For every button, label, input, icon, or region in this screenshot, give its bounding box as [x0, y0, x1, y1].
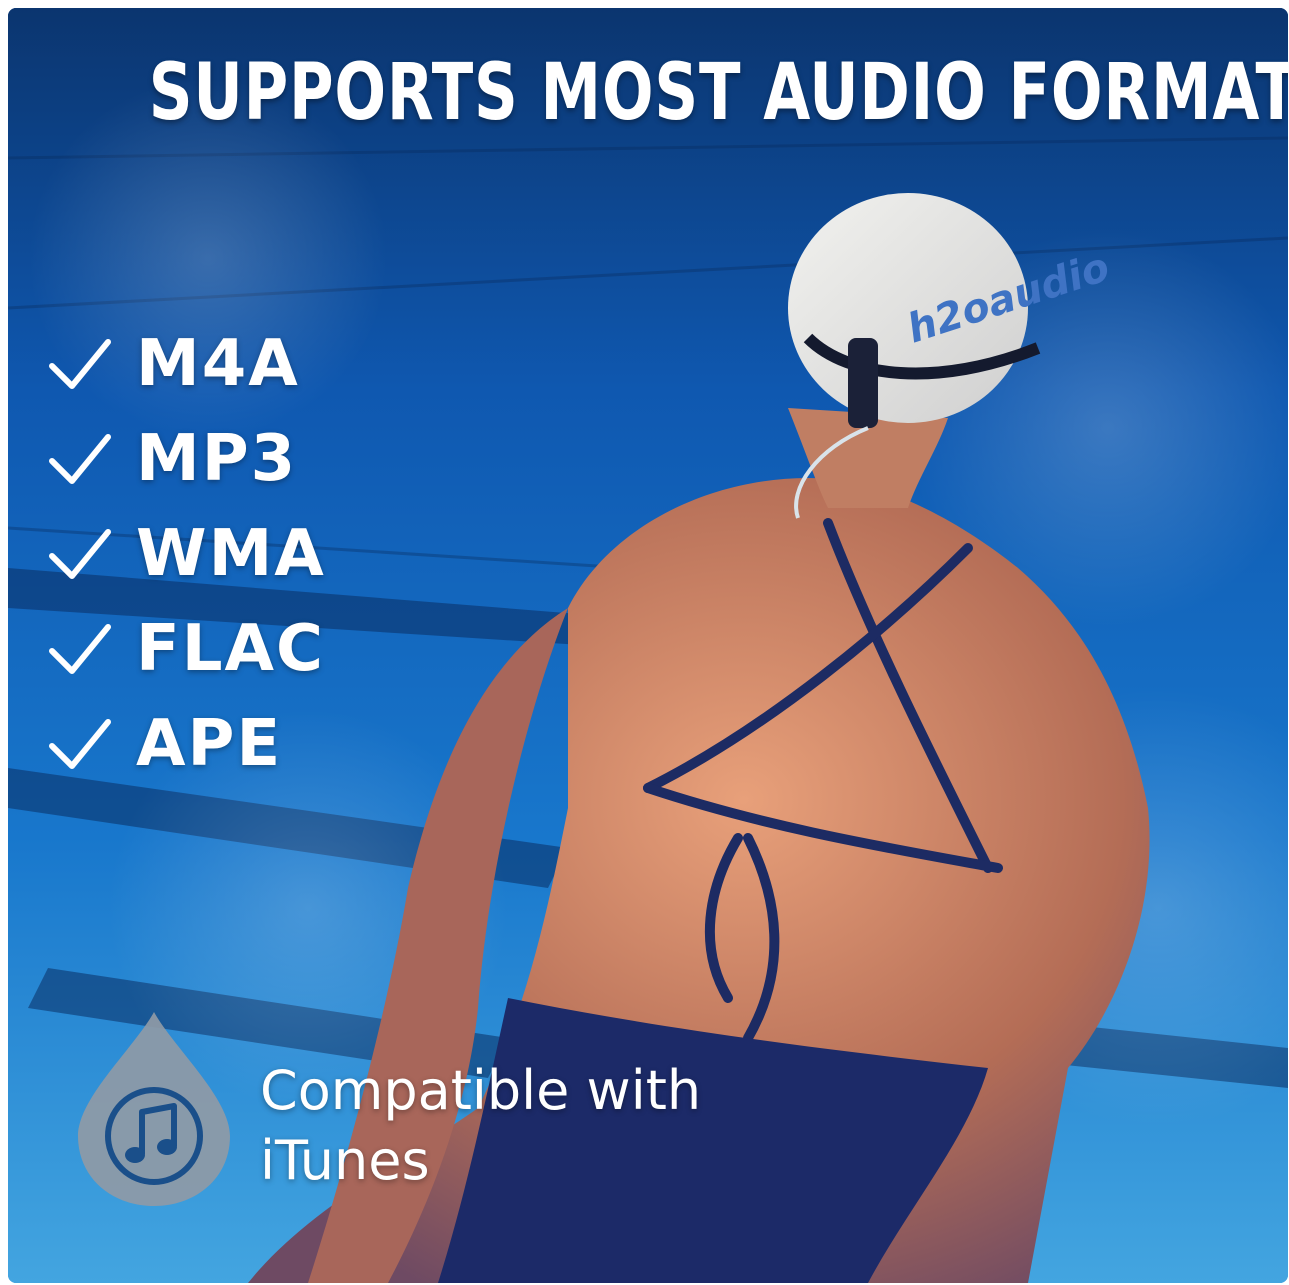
- format-item-mp3: MP3: [46, 411, 326, 506]
- itunes-line-1: Compatible with: [260, 1059, 702, 1122]
- checkmark-icon: [49, 433, 111, 484]
- product-image-frame: h2oaudio SUPPORTS MOST AUDIO FORMATS M4A…: [8, 8, 1288, 1283]
- checkmark-icon: [49, 718, 111, 769]
- format-label: M4A: [136, 326, 300, 401]
- checkmark-icon: [49, 623, 111, 674]
- itunes-line-2: iTunes: [260, 1129, 430, 1192]
- headline: SUPPORTS MOST AUDIO FORMATS: [148, 48, 1288, 138]
- format-item-flac: FLAC: [46, 601, 326, 696]
- itunes-compatibility-text: Compatible with iTunes: [260, 1056, 701, 1196]
- format-item-m4a: M4A: [46, 316, 326, 411]
- format-label: MP3: [136, 421, 298, 496]
- format-list: M4A MP3 WMA FLAC APE: [46, 316, 326, 791]
- format-label: FLAC: [136, 611, 325, 686]
- checkmark-icon: [49, 528, 111, 579]
- format-item-ape: APE: [46, 696, 326, 791]
- format-item-wma: WMA: [46, 506, 326, 601]
- format-label: WMA: [136, 516, 326, 591]
- checkmark-icon: [49, 338, 111, 389]
- format-label: APE: [136, 706, 283, 781]
- music-note-drop-icon: [78, 1012, 230, 1206]
